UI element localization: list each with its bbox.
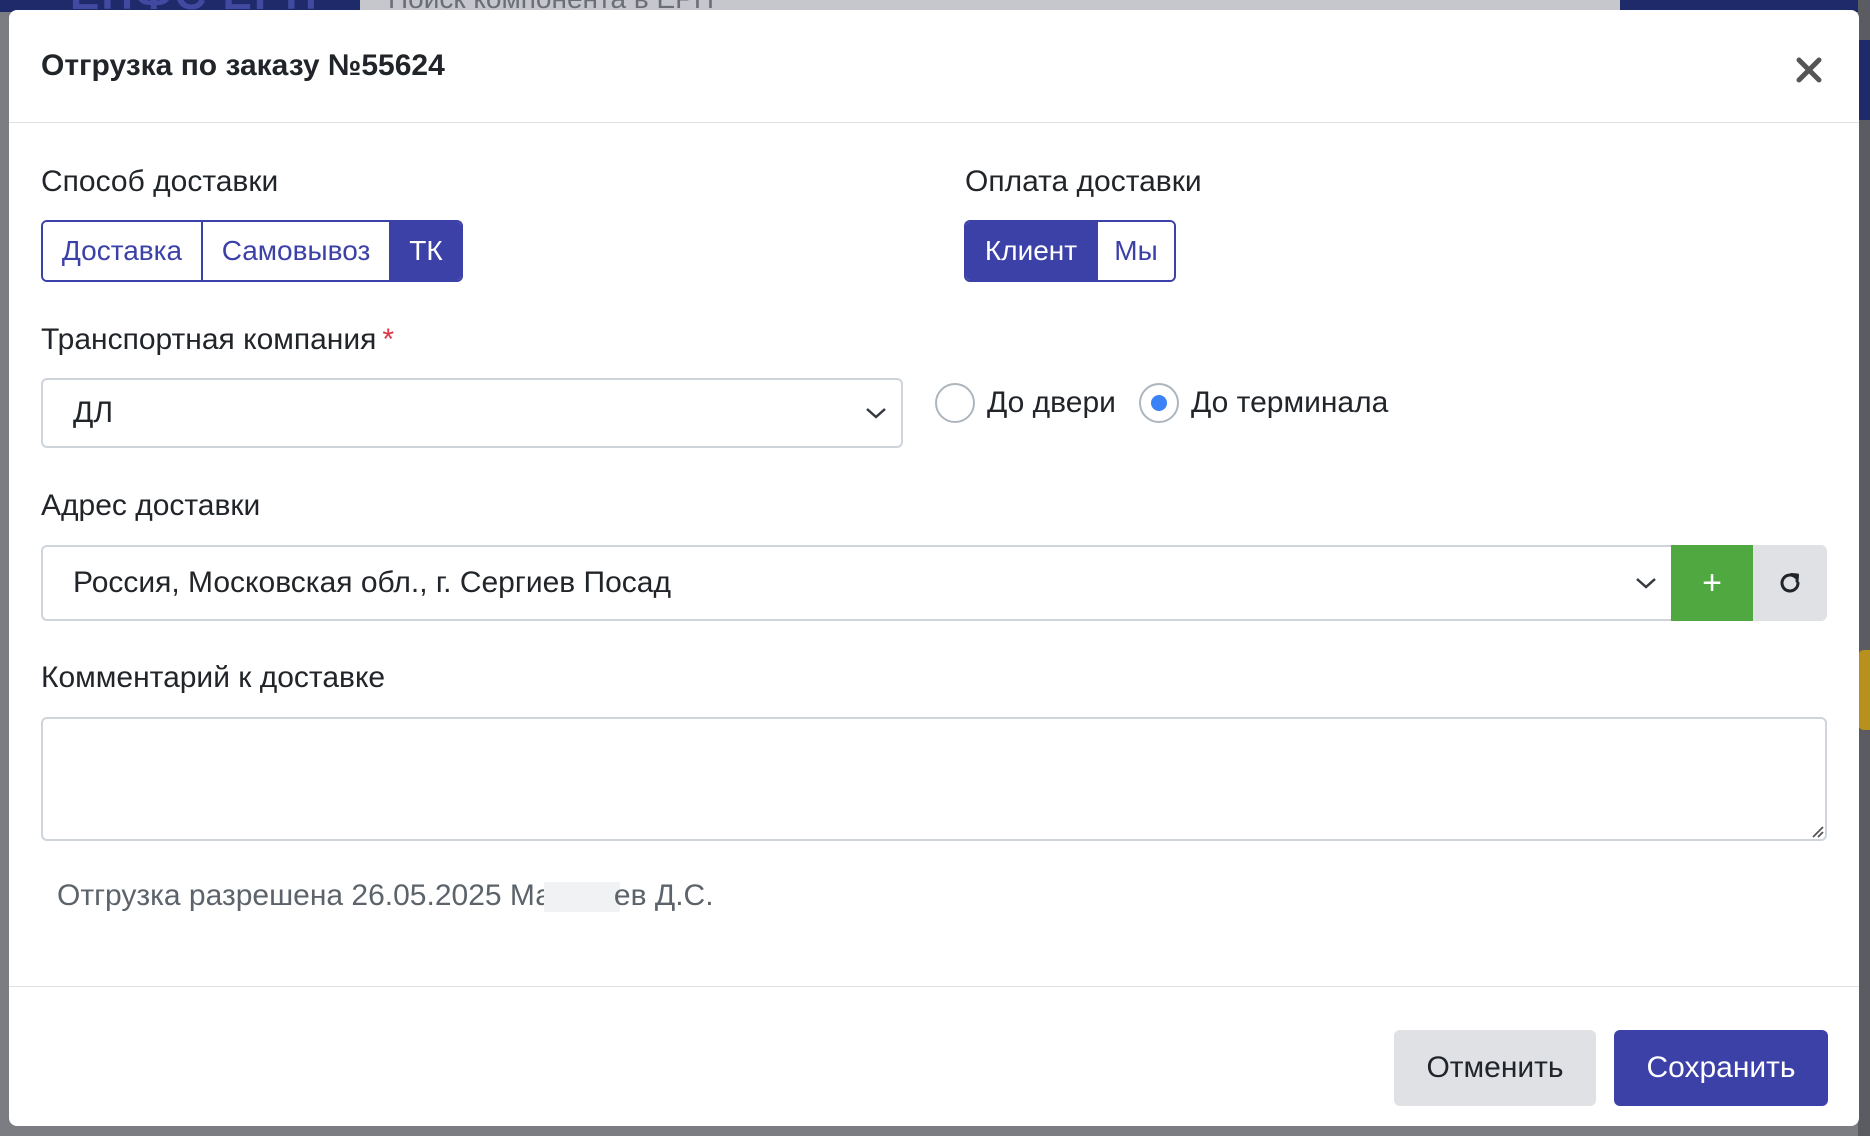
refresh-icon xyxy=(1780,573,1800,593)
delivery-method-label: Способ доставки xyxy=(41,165,279,198)
delivery-payment-option-us[interactable]: Мы xyxy=(1098,222,1174,280)
plus-icon: + xyxy=(1702,564,1722,602)
delivery-payment-label: Оплата доставки xyxy=(965,165,1202,198)
radio-to-terminal-control[interactable] xyxy=(1139,383,1179,423)
delivery-payment-group: Клиент Мы xyxy=(964,220,1176,282)
redacted-name xyxy=(543,882,620,913)
modal-footer: Отменить Сохранить xyxy=(9,986,1859,1126)
shipment-modal: Отгрузка по заказу №55624 Способ доставк… xyxy=(9,10,1859,1126)
background-badge xyxy=(1858,650,1870,730)
delivery-method-option-pickup[interactable]: Самовывоз xyxy=(203,222,391,280)
comment-label: Комментарий к доставке xyxy=(41,661,386,694)
cancel-button[interactable]: Отменить xyxy=(1394,1030,1596,1106)
background-right-strip xyxy=(1858,0,1870,1136)
transport-company-value: ДЛ xyxy=(73,396,114,429)
delivery-method-group: Доставка Самовывоз ТК xyxy=(41,220,463,282)
address-select[interactable]: Россия, Московская обл., г. Сергиев Поса… xyxy=(41,545,1671,621)
delivery-payment-option-client[interactable]: Клиент xyxy=(966,222,1098,280)
address-label: Адрес доставки xyxy=(41,489,261,522)
radio-to-door-control[interactable] xyxy=(935,383,975,423)
comment-textarea[interactable] xyxy=(41,717,1827,841)
delivery-method-option-delivery[interactable]: Доставка xyxy=(43,222,203,280)
approval-info-prefix: Отгрузка разрешена 26.05.2025 Ма xyxy=(57,879,552,912)
address-input-group: Россия, Московская обл., г. Сергиев Поса… xyxy=(41,545,1827,621)
required-mark: * xyxy=(382,323,395,356)
radio-to-terminal[interactable]: До терминала xyxy=(1139,383,1388,423)
transport-company-label: Транспортная компания * xyxy=(41,322,394,358)
address-value: Россия, Московская обл., г. Сергиев Поса… xyxy=(73,566,671,599)
chevron-down-icon xyxy=(866,408,886,419)
modal-title: Отгрузка по заказу №55624 xyxy=(41,49,445,82)
save-button[interactable]: Сохранить xyxy=(1614,1030,1828,1106)
approval-info-suffix: ев Д.С. xyxy=(613,879,714,912)
chevron-down-icon xyxy=(1636,578,1656,589)
delivery-method-option-tk[interactable]: ТК xyxy=(391,222,461,280)
radio-to-door-label: До двери xyxy=(987,386,1116,419)
background-right-bar xyxy=(1858,40,1870,120)
close-button[interactable] xyxy=(1789,50,1829,90)
transport-company-label-text: Транспортная компания xyxy=(41,323,377,356)
radio-to-terminal-label: До терминала xyxy=(1191,386,1389,419)
add-address-button[interactable]: + xyxy=(1671,545,1753,621)
close-icon xyxy=(1796,57,1822,83)
resize-grip-icon[interactable] xyxy=(1809,823,1825,839)
modal-header: Отгрузка по заказу №55624 xyxy=(9,10,1859,123)
shipment-approval-info: Отгрузка разрешена 26.05.2025 Ма ев Д.С. xyxy=(57,878,714,914)
transport-company-select[interactable]: ДЛ xyxy=(41,378,903,448)
refresh-address-button[interactable] xyxy=(1753,545,1827,621)
radio-to-door[interactable]: До двери xyxy=(935,383,1116,423)
